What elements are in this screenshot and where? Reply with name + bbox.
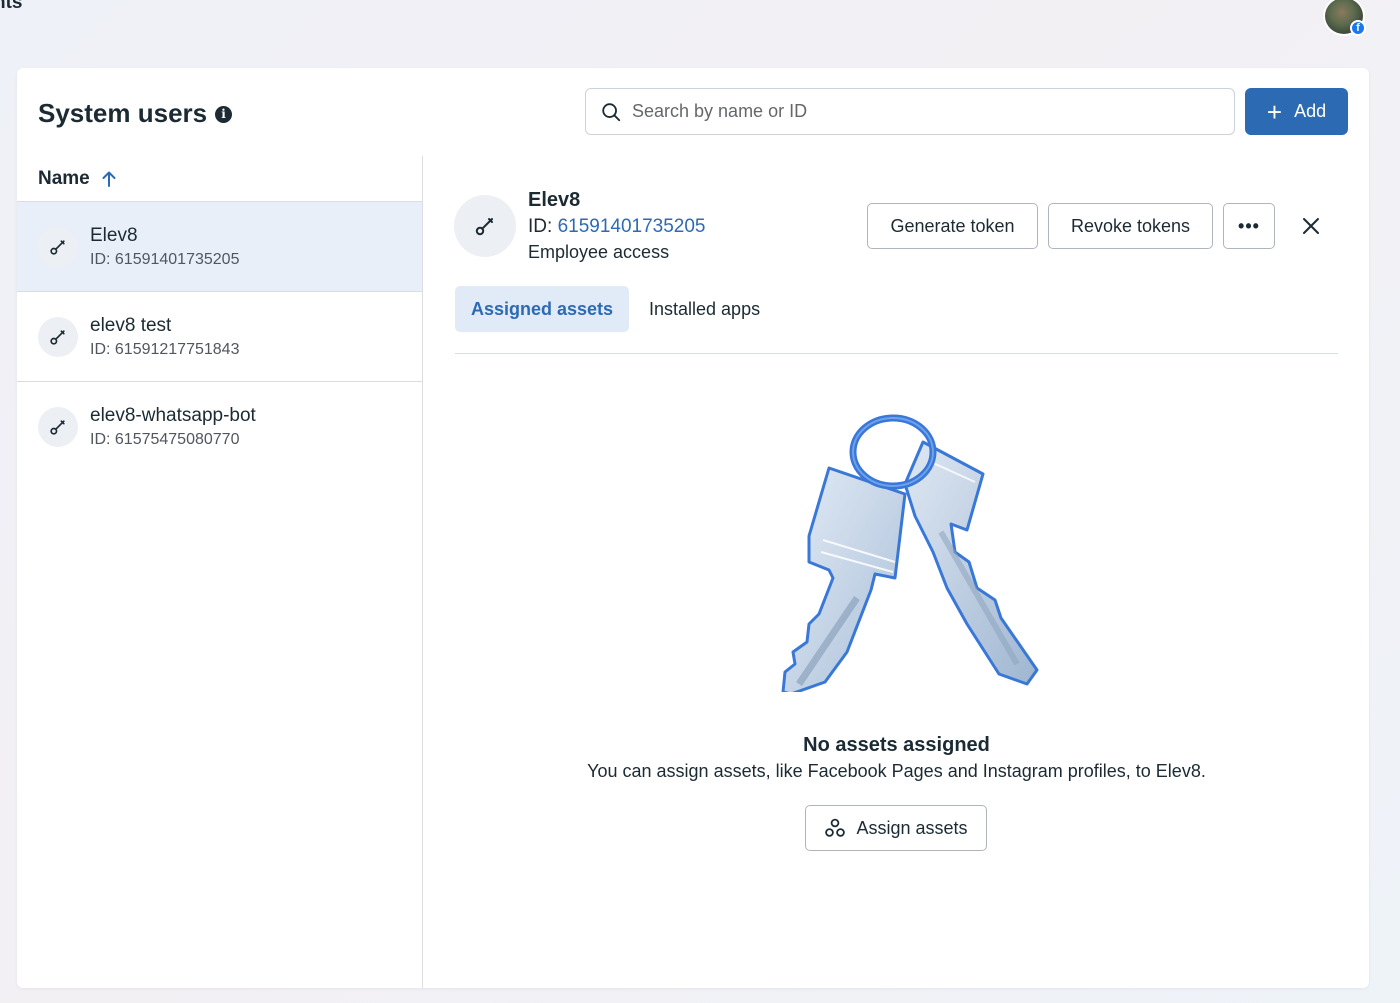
wrench-icon [38, 316, 78, 357]
user-id: ID: 61575475080770 [90, 431, 240, 448]
wrench-icon [38, 407, 78, 447]
arrow-up-icon [102, 171, 116, 187]
facebook-badge-icon: f [1350, 20, 1366, 36]
search-box[interactable] [585, 88, 1235, 135]
assign-assets-button[interactable]: Assign assets [805, 805, 987, 851]
wrench-icon [38, 226, 78, 267]
detail-access-level: Employee access [528, 242, 670, 262]
detail-wrench-icon [454, 195, 516, 257]
assign-assets-label: Assign assets [856, 817, 968, 838]
search-input[interactable] [632, 101, 1192, 122]
name-column-label: Name [38, 167, 90, 189]
user-id: ID: 61591401735205 [90, 250, 240, 268]
assets-icon [825, 818, 846, 837]
keys-illustration [781, 414, 1039, 692]
plus-icon: + [1266, 96, 1283, 127]
user-name: elev8 test [90, 314, 172, 336]
search-icon [602, 102, 621, 121]
info-icon[interactable]: i [215, 106, 232, 123]
system-users-panel: System users i + Add Name [17, 68, 1369, 988]
detail-id-link[interactable]: 61591401735205 [558, 216, 706, 237]
page-title-fragment: nts [0, 0, 23, 13]
user-id: ID: 61591217751843 [90, 340, 240, 358]
tab-assigned-assets[interactable]: Assigned assets [455, 286, 630, 332]
add-button-label: Add [1294, 101, 1327, 121]
panel-title: System users [38, 98, 208, 128]
empty-state-title: No assets assigned [803, 734, 990, 756]
user-row[interactable]: elev8 test ID: 61591217751843 [17, 292, 422, 382]
add-button[interactable]: + Add [1245, 88, 1348, 135]
panel-divider [422, 156, 423, 988]
close-icon[interactable] [1298, 213, 1324, 239]
user-name: Elev8 [90, 224, 138, 246]
empty-state-description: You can assign assets, like Facebook Pag… [587, 761, 1206, 781]
user-row[interactable]: Elev8 ID: 61591401735205 [17, 202, 422, 292]
detail-user-name: Elev8 [528, 189, 581, 211]
name-sort-header[interactable]: Name [17, 156, 422, 202]
user-list: Elev8 ID: 61591401735205 elev8 test ID: … [17, 202, 422, 472]
more-options-button[interactable]: ••• [1223, 203, 1275, 249]
detail-id-label: ID: [528, 216, 553, 237]
generate-token-button[interactable]: Generate token [867, 203, 1038, 249]
detail-id-row: ID: 61591401735205 [528, 216, 706, 238]
user-name: elev8-whatsapp-bot [90, 405, 256, 426]
revoke-tokens-button[interactable]: Revoke tokens [1048, 203, 1213, 249]
user-row[interactable]: elev8-whatsapp-bot ID: 61575475080770 [17, 382, 422, 472]
tab-installed-apps[interactable]: Installed apps [633, 286, 776, 332]
tabs-divider [455, 353, 1338, 354]
